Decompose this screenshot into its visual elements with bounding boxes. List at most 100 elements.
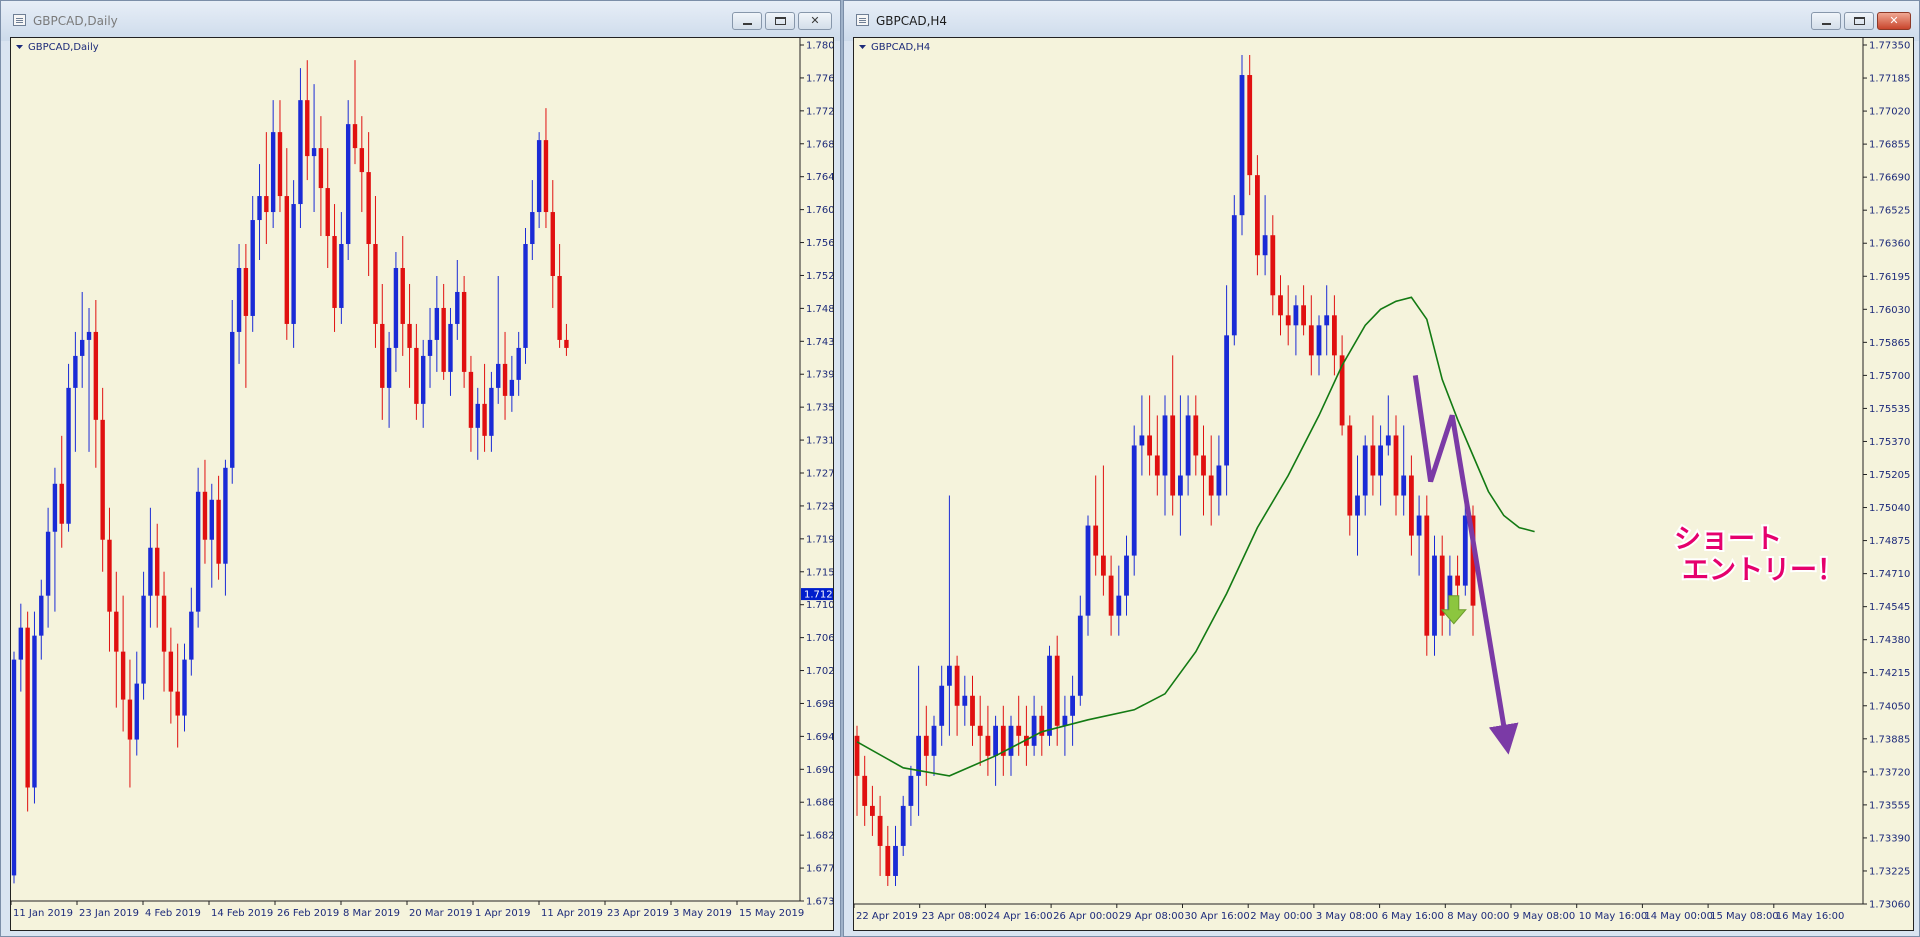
price-tick-label: 1.70260	[806, 666, 834, 677]
price-tick-label: 1.78090	[806, 41, 834, 52]
candlestick-chart[interactable]: GBPCAD,Daily 1.78090 1.77680 1.77270 1.76860…	[11, 38, 834, 931]
candle-body	[305, 100, 310, 157]
time-tick-label: 14 May 00:00	[1644, 911, 1713, 922]
candle-body	[127, 699, 133, 740]
price-tick-label: 1.73060	[1869, 900, 1910, 911]
candle-body	[325, 188, 330, 237]
candle-body	[277, 132, 283, 197]
candle-body	[993, 725, 998, 756]
candle-body	[496, 363, 501, 388]
close-button[interactable]	[798, 12, 832, 30]
candle-body	[939, 685, 945, 726]
candle-body	[1154, 455, 1160, 476]
candle-body	[209, 499, 214, 540]
candle-body	[509, 379, 515, 396]
candle-body	[1432, 555, 1437, 636]
price-tick-label: 1.72740	[806, 469, 834, 480]
price-tick-label: 1.75040	[1869, 503, 1910, 514]
price-tick-label: 1.73390	[1869, 833, 1910, 844]
candle-body	[516, 347, 521, 380]
candle-body	[1062, 715, 1068, 726]
candle-body	[1170, 415, 1176, 496]
price-tick-label: 1.76860	[806, 139, 834, 150]
candlestick-chart[interactable]: GBPCAD,H4 1.77350 1.77185 1.77020 1.76855 1.7…	[854, 38, 1914, 931]
chart-symbol-label: GBPCAD,H4	[871, 42, 930, 53]
price-tick-label: 1.77270	[806, 106, 834, 117]
candle-body	[564, 339, 569, 348]
candle-body	[985, 735, 991, 756]
minimize-button[interactable]	[732, 12, 762, 30]
candle-body	[1378, 445, 1383, 476]
triangle-down-icon	[859, 45, 866, 49]
time-tick-label: 6 May 16:00	[1382, 911, 1444, 922]
time-tick-label: 30 Apr 16:00	[1185, 911, 1250, 922]
chart-area[interactable]: GBPCAD,Daily 1.78090 1.77680 1.77270 1.76860…	[10, 37, 834, 931]
price-tick-label: 1.76690	[1869, 173, 1910, 184]
title-bar[interactable]: GBPCAD,Daily	[1, 1, 840, 41]
price-tick-label: 1.76525	[1869, 206, 1910, 217]
close-button[interactable]	[1877, 12, 1911, 30]
candle-body	[1462, 515, 1468, 586]
maximize-button[interactable]	[765, 12, 795, 30]
candle-body	[373, 244, 378, 324]
down-arrow-shape	[1440, 595, 1467, 625]
candle-body	[536, 140, 542, 213]
time-tick-label: 11 Jan 2019	[13, 908, 73, 919]
candle-body	[1455, 575, 1460, 586]
candle-body	[557, 275, 562, 340]
time-tick-label: 23 Apr 2019	[607, 908, 669, 919]
title-bar[interactable]: GBPCAD,H4	[844, 1, 1919, 41]
window-title: GBPCAD,H4	[876, 14, 948, 28]
time-tick-label: 24 Apr 16:00	[987, 911, 1052, 922]
candle-body	[32, 635, 37, 788]
candle-body	[1247, 75, 1253, 176]
candle-body	[332, 236, 337, 308]
candle-body	[195, 491, 201, 612]
candle-body	[1077, 615, 1083, 696]
price-tick-label: 1.68620	[806, 798, 834, 809]
chart-area[interactable]: GBPCAD,H4 1.77350 1.77185 1.77020 1.76855 1.7…	[853, 37, 1914, 931]
maximize-button[interactable]	[1844, 12, 1874, 30]
candle-body	[543, 140, 549, 213]
price-tick-label: 1.70680	[806, 633, 834, 644]
time-tick-label: 3 May 08:00	[1316, 911, 1378, 922]
candle-body	[900, 805, 906, 846]
price-tick-label: 1.74215	[1869, 668, 1910, 679]
candle-body	[59, 483, 64, 524]
candle-body	[359, 148, 365, 173]
candle-body	[1301, 305, 1306, 326]
time-tick-label: 14 Feb 2019	[211, 908, 273, 919]
candle-body	[530, 212, 535, 245]
time-tick-label: 11 Apr 2019	[541, 908, 603, 919]
candle-body	[393, 267, 399, 348]
candle-body	[45, 531, 51, 596]
triangle-down-icon	[16, 45, 23, 49]
candle-body	[1008, 725, 1014, 756]
candle-body	[155, 547, 160, 596]
price-tick-label: 1.74380	[806, 337, 834, 348]
price-tick-label: 1.75370	[1869, 437, 1910, 448]
minimize-button[interactable]	[1811, 12, 1841, 30]
down-arrow-icon	[1440, 595, 1467, 625]
price-tick-label: 1.75865	[1869, 338, 1910, 349]
candle-body	[345, 124, 351, 245]
price-tick-label: 1.73150	[806, 436, 834, 447]
candle-body	[366, 172, 371, 245]
candle-body	[468, 371, 474, 428]
candle-body	[386, 347, 392, 388]
candle-body	[257, 196, 262, 221]
candle-body	[1047, 655, 1052, 736]
candle-body	[1262, 235, 1268, 256]
candle-body	[421, 355, 426, 404]
candle-body	[270, 132, 276, 213]
price-tick-label: 1.75620	[806, 238, 834, 249]
window-title: GBPCAD,Daily	[33, 14, 118, 28]
candle-body	[407, 323, 412, 348]
candle-body	[1193, 415, 1199, 456]
candle-body	[86, 331, 92, 340]
price-tick-label: 1.75205	[1869, 470, 1910, 481]
price-tick-label: 1.77185	[1869, 74, 1910, 85]
candle-body	[1285, 315, 1291, 326]
time-tick-label: 2 May 00:00	[1250, 911, 1312, 922]
candle-body	[243, 267, 249, 316]
